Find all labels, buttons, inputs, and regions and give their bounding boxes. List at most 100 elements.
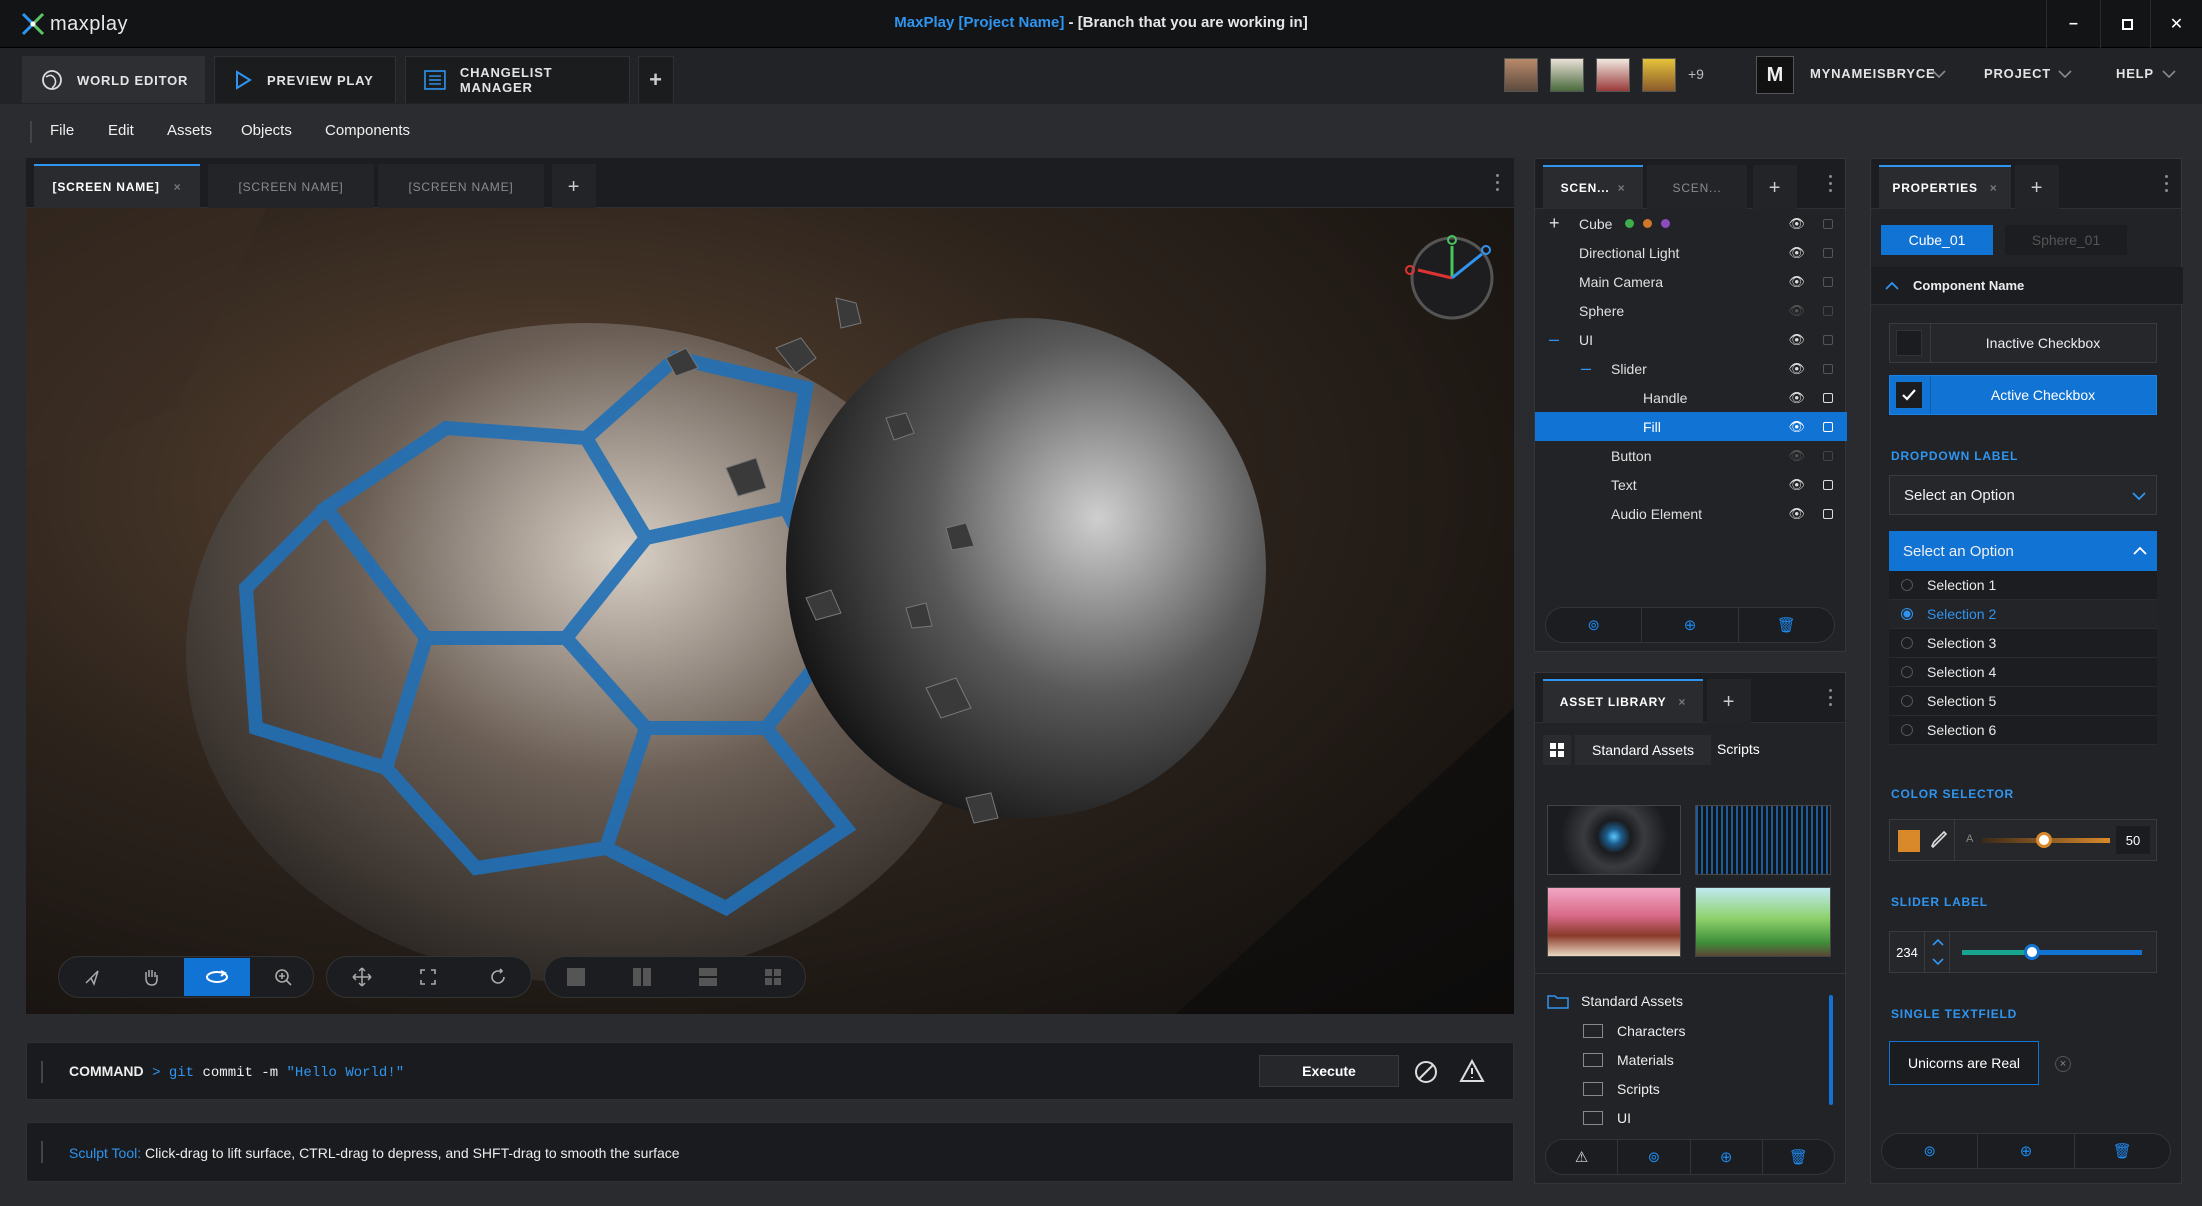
- lock-icon[interactable]: [1823, 276, 1833, 287]
- project-menu[interactable]: PROJECT: [1984, 66, 2051, 81]
- menu-file[interactable]: File: [50, 122, 74, 139]
- dropdown-option-selected[interactable]: Selection 2: [1889, 600, 2157, 629]
- collapse-icon[interactable]: –: [1549, 329, 1559, 350]
- step-up-icon[interactable]: [1932, 938, 1944, 946]
- tab-changelist-manager[interactable]: CHANGELIST MANAGER: [405, 56, 630, 103]
- asset-thumb-speaker[interactable]: [1547, 805, 1681, 875]
- layout-two-columns-button[interactable]: [614, 958, 670, 996]
- object-tab-cube[interactable]: Cube_01: [1881, 225, 1993, 255]
- panel-menu-icon[interactable]: [1829, 689, 1833, 706]
- tab-preview-play[interactable]: PREVIEW PLAY: [214, 56, 396, 103]
- command-input[interactable]: COMMAND > git commit -m "Hello World!": [69, 1063, 404, 1081]
- lock-icon[interactable]: [1823, 392, 1833, 403]
- hierarchy-item-text[interactable]: Text 👁: [1535, 470, 1847, 499]
- asset-scrollbar[interactable]: [1829, 995, 1833, 1105]
- visibility-eye-icon[interactable]: 👁: [1788, 477, 1805, 493]
- tree-root-standard-assets[interactable]: Standard Assets: [1547, 993, 1683, 1009]
- hierarchy-item-directional-light[interactable]: Directional Light 👁: [1535, 238, 1847, 267]
- menu-assets[interactable]: Assets: [167, 122, 212, 139]
- breadcrumb-scripts[interactable]: Scripts: [1717, 741, 1760, 757]
- asset-thumb-trees[interactable]: [1695, 887, 1831, 957]
- collaborator-count[interactable]: +9: [1688, 66, 1704, 82]
- visibility-eye-icon[interactable]: 👁: [1788, 274, 1805, 290]
- visibility-eye-icon[interactable]: 👁: [1788, 332, 1805, 348]
- tree-folder-ui[interactable]: UI: [1583, 1110, 1631, 1126]
- dropdown-option[interactable]: Selection 1: [1889, 571, 2157, 600]
- expand-icon[interactable]: +: [1549, 213, 1560, 234]
- panel-menu-icon[interactable]: [2165, 175, 2169, 192]
- collapse-icon[interactable]: –: [1581, 358, 1591, 379]
- dropdown-option[interactable]: Selection 3: [1889, 629, 2157, 658]
- dropdown-option[interactable]: Selection 5: [1889, 687, 2157, 716]
- lock-icon[interactable]: [1823, 334, 1833, 345]
- clear-text-icon[interactable]: ×: [2055, 1056, 2071, 1072]
- warning-icon[interactable]: [1459, 1059, 1485, 1083]
- lock-icon[interactable]: [1823, 450, 1833, 461]
- visibility-eye-icon[interactable]: 👁: [1788, 506, 1805, 522]
- execute-button[interactable]: Execute: [1259, 1055, 1399, 1087]
- collaborator-avatar[interactable]: [1642, 58, 1676, 92]
- color-swatch[interactable]: [1898, 830, 1920, 852]
- zoom-tool-button[interactable]: [256, 958, 310, 996]
- tree-folder-materials[interactable]: Materials: [1583, 1052, 1674, 1068]
- hierarchy-item-audio-element[interactable]: Audio Element 👁: [1535, 499, 1847, 528]
- hierarchy-item-button[interactable]: Button 👁: [1535, 441, 1847, 470]
- hierarchy-item-fill[interactable]: Fill 👁: [1535, 412, 1847, 441]
- lock-icon[interactable]: [1823, 479, 1833, 490]
- user-menu[interactable]: MYNAMEISBRYCE: [1810, 66, 1935, 81]
- hierarchy-item-handle[interactable]: Handle 👁: [1535, 383, 1847, 412]
- dropdown-open[interactable]: Select an Option: [1889, 531, 2157, 571]
- orbit-tool-button[interactable]: [184, 958, 250, 996]
- slider-thumb[interactable]: [2024, 944, 2040, 960]
- warning-icon[interactable]: ⚠: [1546, 1140, 1619, 1174]
- maximize-button[interactable]: [2100, 0, 2154, 48]
- lock-icon[interactable]: [1823, 305, 1833, 316]
- slider-value[interactable]: 234: [1890, 932, 1924, 972]
- close-window-button[interactable]: ✕: [2150, 0, 2202, 48]
- collaborator-avatar[interactable]: [1550, 58, 1584, 92]
- step-down-icon[interactable]: [1932, 958, 1944, 966]
- visibility-eye-icon[interactable]: 👁: [1788, 303, 1805, 319]
- close-tab-icon[interactable]: ×: [174, 180, 182, 194]
- tab-asset-library[interactable]: ASSET LIBRARY ×: [1543, 679, 1703, 723]
- layout-single-button[interactable]: [550, 958, 602, 996]
- trash-icon[interactable]: 🗑: [1739, 608, 1834, 642]
- collaborator-avatar[interactable]: [1596, 58, 1630, 92]
- visibility-eye-icon[interactable]: 👁: [1788, 448, 1805, 464]
- tab-screen-2[interactable]: [SCREEN NAME]: [208, 164, 374, 208]
- trash-icon[interactable]: 🗑: [2075, 1134, 2170, 1168]
- alpha-value[interactable]: 50: [2116, 826, 2150, 854]
- link-icon[interactable]: ⊚: [1618, 1140, 1691, 1174]
- add-properties-tab-button[interactable]: +: [2015, 165, 2059, 209]
- breadcrumb-standard-assets[interactable]: Standard Assets: [1575, 735, 1711, 765]
- lock-icon[interactable]: [1823, 218, 1833, 229]
- visibility-eye-icon[interactable]: 👁: [1788, 245, 1805, 261]
- trash-icon[interactable]: 🗑: [1763, 1140, 1834, 1174]
- dropdown-option[interactable]: Selection 4: [1889, 658, 2157, 687]
- link-icon[interactable]: ⊚: [1546, 608, 1643, 642]
- component-header[interactable]: Component Name: [1871, 267, 2183, 305]
- tab-properties[interactable]: PROPERTIES ×: [1879, 165, 2011, 209]
- lock-icon[interactable]: [1823, 363, 1833, 374]
- scene-viewport[interactable]: [26, 208, 1514, 1014]
- eyedropper-icon[interactable]: [1930, 830, 1948, 850]
- lock-icon[interactable]: [1823, 247, 1833, 258]
- scale-tool-button[interactable]: [400, 958, 456, 996]
- grid-view-button[interactable]: [1543, 735, 1571, 765]
- tab-screen-1[interactable]: [SCREEN NAME] ×: [34, 164, 200, 208]
- alpha-slider-thumb[interactable]: [2036, 832, 2052, 848]
- select-tool-button[interactable]: [64, 958, 120, 996]
- tree-folder-scripts[interactable]: Scripts: [1583, 1081, 1660, 1097]
- hierarchy-item-slider[interactable]: – Slider 👁: [1535, 354, 1847, 383]
- menu-objects[interactable]: Objects: [241, 122, 292, 139]
- hierarchy-item-main-camera[interactable]: Main Camera 👁: [1535, 267, 1847, 296]
- visibility-eye-icon[interactable]: 👁: [1788, 361, 1805, 377]
- hierarchy-item-sphere[interactable]: Sphere 👁: [1535, 296, 1847, 325]
- object-tab-sphere[interactable]: Sphere_01: [2005, 225, 2127, 255]
- close-tab-icon[interactable]: ×: [1990, 181, 1998, 195]
- clear-command-icon[interactable]: [1413, 1059, 1439, 1085]
- tab-scene-2[interactable]: SCEN...: [1647, 165, 1747, 209]
- tab-scene-1[interactable]: SCEN... ×: [1543, 165, 1643, 209]
- add-scene-tab-button[interactable]: +: [1753, 165, 1797, 209]
- close-tab-icon[interactable]: ×: [1678, 695, 1686, 709]
